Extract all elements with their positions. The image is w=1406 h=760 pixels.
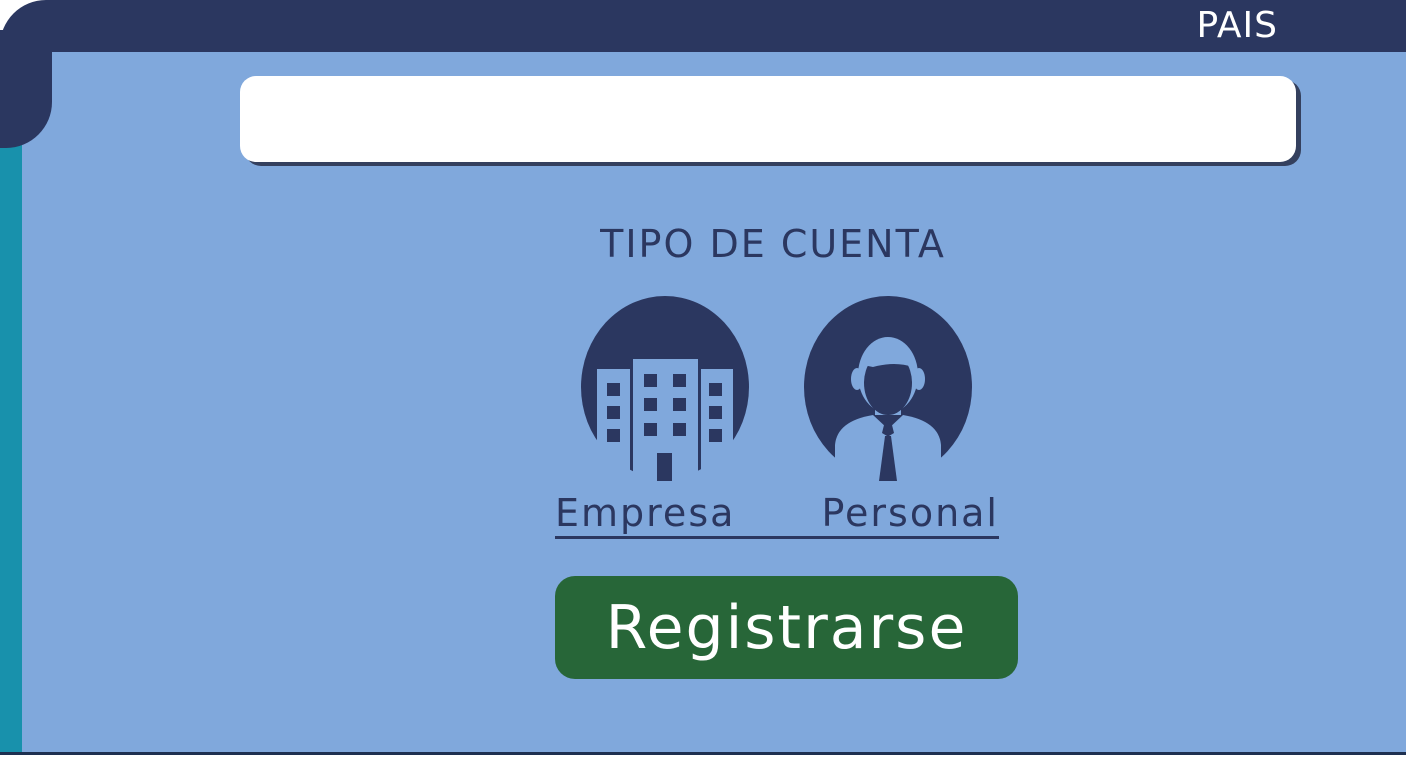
account-type-heading: TIPO DE CUENTA — [600, 222, 946, 266]
country-input[interactable] — [240, 76, 1296, 162]
header-bar — [0, 0, 1406, 52]
account-type-empresa-option[interactable] — [580, 295, 750, 481]
country-label: PAIS — [1196, 5, 1278, 46]
register-button[interactable]: Registrarse — [555, 576, 1018, 679]
empresa-link[interactable]: Empresa — [555, 488, 735, 538]
account-type-labels: Empresa Personal — [555, 488, 999, 539]
bottom-divider — [0, 752, 1406, 755]
account-type-personal-option[interactable] — [803, 295, 973, 481]
personal-link[interactable]: Personal — [821, 488, 999, 538]
registration-screen: PAIS TIPO DE CUENTA Empresa Personal Reg… — [0, 0, 1406, 760]
building-icon — [581, 296, 749, 481]
person-icon — [804, 296, 972, 481]
